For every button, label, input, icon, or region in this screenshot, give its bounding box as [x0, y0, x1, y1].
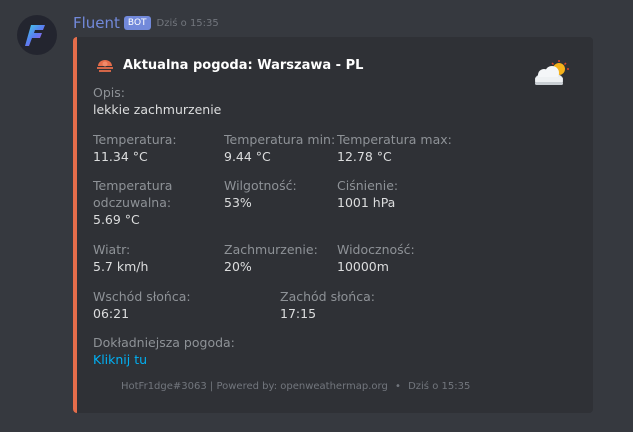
field-value: 17:15 — [280, 306, 317, 321]
partly-cloudy-icon — [535, 60, 569, 85]
field-name: Temperatura: — [93, 132, 177, 147]
bot-badge: BOT — [123, 16, 151, 30]
field-temperature-min: Temperatura min: 9.44 °C — [224, 131, 335, 165]
embed-author: Aktualna pogoda: Warszawa - PL — [95, 55, 363, 75]
field-name: Wiatr: — [93, 242, 131, 257]
field-humidity: Wilgotność: 53% — [224, 177, 297, 211]
field-name: Ciśnienie: — [337, 178, 399, 193]
field-value: 53% — [224, 195, 252, 210]
field-pressure: Ciśnienie: 1001 hPa — [337, 177, 398, 211]
username[interactable]: Fluent — [73, 14, 120, 32]
field-name-line1: Temperatura — [93, 178, 173, 193]
field-value: 5.69 °C — [93, 212, 140, 227]
embed-title: Aktualna pogoda: Warszawa - PL — [123, 57, 364, 73]
field-name: Temperatura max: — [337, 132, 452, 147]
footer-separator: • — [394, 381, 401, 392]
fluent-logo-icon — [25, 25, 45, 46]
field-clouds: Zachmurzenie: 20% — [224, 241, 318, 275]
field-sunset: Zachód słońca: 17:15 — [280, 288, 375, 322]
field-name-line2: odczuwalna: — [93, 195, 172, 210]
field-name: Zachód słońca: — [280, 289, 375, 304]
field-description: Opis: lekkie zachmurzenie — [93, 84, 221, 118]
field-name: Widoczność: — [337, 242, 415, 257]
weather-report-icon — [97, 60, 113, 72]
weather-embed: Aktualna pogoda: Warszawa - PL Opis: lek… — [73, 37, 593, 413]
field-value: 9.44 °C — [224, 149, 271, 164]
field-value: lekkie zachmurzenie — [93, 102, 222, 117]
field-value: 10000m — [337, 259, 389, 274]
field-value: 12.78 °C — [337, 149, 392, 164]
bot-avatar[interactable] — [17, 15, 57, 55]
field-wind: Wiatr: 5.7 km/h — [93, 241, 148, 275]
field-details: Dokładniejsza pogoda: Kliknij tu — [93, 334, 235, 368]
embed-footer: HotFr1dge#3063 | Powered by: openweather… — [121, 381, 470, 392]
field-value: 11.34 °C — [93, 149, 148, 164]
field-name: Temperatura min: — [224, 132, 336, 147]
message-timestamp: Dziś o 15:35 — [156, 17, 219, 29]
field-name: Opis: — [93, 85, 125, 100]
field-value: 5.7 km/h — [93, 259, 149, 274]
field-sunrise: Wschód słońca: 06:21 — [93, 288, 191, 322]
footer-text: HotFr1dge#3063 | Powered by: openweather… — [121, 381, 388, 392]
footer-timestamp: Dziś o 15:35 — [408, 381, 471, 392]
field-temperature-max: Temperatura max: 12.78 °C — [337, 131, 452, 165]
field-feels-like: Temperatura odczuwalna: 5.69 °C — [93, 177, 172, 228]
field-temperature: Temperatura: 11.34 °C — [93, 131, 177, 165]
field-value: 20% — [224, 259, 252, 274]
field-value: 1001 hPa — [337, 195, 396, 210]
field-value: 06:21 — [93, 306, 130, 321]
field-name: Zachmurzenie: — [224, 242, 318, 257]
field-name: Dokładniejsza pogoda: — [93, 335, 235, 350]
field-name: Wschód słońca: — [93, 289, 191, 304]
message-header: Fluent BOT Dziś o 15:35 — [73, 14, 219, 32]
field-name: Wilgotność: — [224, 178, 297, 193]
details-link[interactable]: Kliknij tu — [93, 351, 235, 368]
field-visibility: Widoczność: 10000m — [337, 241, 415, 275]
